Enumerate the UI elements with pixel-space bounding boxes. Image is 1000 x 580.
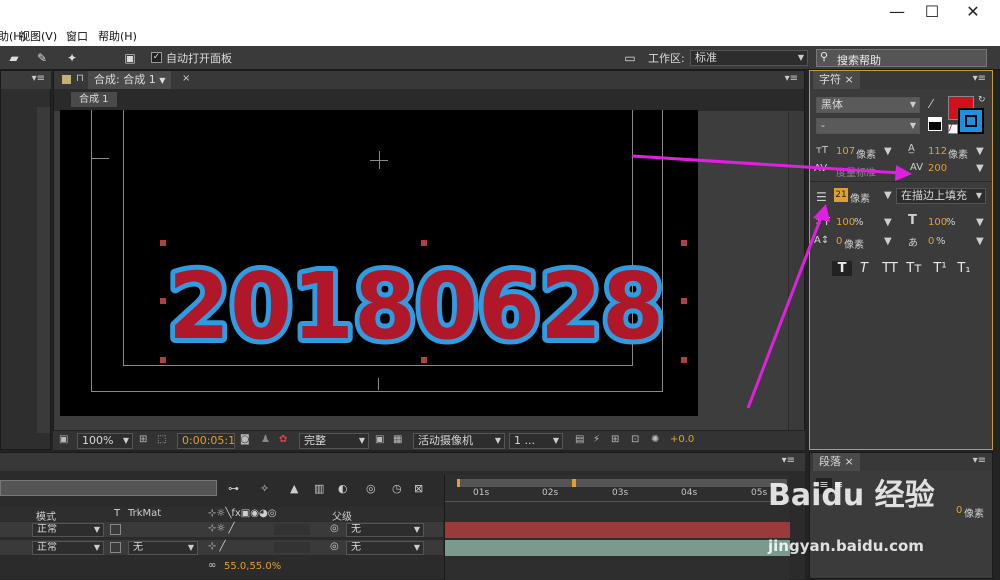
arrow-head (813, 204, 830, 222)
arrow-to-tracking (631, 154, 901, 175)
arrow-to-stroke-width (746, 214, 824, 409)
watermark-url: jingyan.baidu.com (768, 537, 924, 555)
arrow-head (895, 165, 912, 181)
watermark-logo: Baidu 经验 (768, 478, 935, 513)
